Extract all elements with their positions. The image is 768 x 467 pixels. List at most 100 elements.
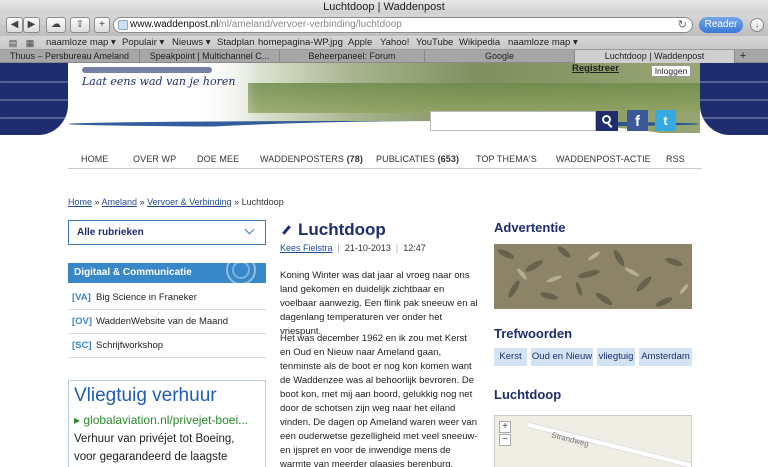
reload-icon[interactable]: ↻	[678, 18, 687, 32]
wave-line	[0, 81, 68, 83]
tab-google[interactable]: Google	[425, 50, 575, 63]
back-button[interactable]: ◀	[6, 17, 23, 33]
advert-image[interactable]	[494, 244, 692, 309]
nav-rss[interactable]: RSS	[666, 154, 685, 164]
item-code: [OV]	[72, 316, 93, 327]
location-map[interactable]: Strandweg + −	[494, 415, 692, 467]
ad-title[interactable]: Vliegtuig verhuur	[74, 385, 217, 407]
ad-url[interactable]: ▸ globalaviation.nl/privejet-boei...	[74, 413, 248, 427]
article-time: 12:47	[403, 243, 426, 253]
keyword-tag[interactable]: vliegtuig	[597, 348, 635, 366]
item-link[interactable]: WaddenWebsite van de Maand	[96, 310, 228, 334]
breadcrumb: Home » Ameland » Vervoer & Verbinding » …	[68, 197, 284, 207]
bookmark-item[interactable]: homepagina-WP.jpg	[258, 36, 343, 50]
decorative-waves-right	[700, 63, 768, 135]
map-road	[527, 421, 691, 467]
login-button[interactable]: Inloggen	[651, 65, 691, 77]
nav-top-themas[interactable]: TOP THEMA'S	[476, 154, 537, 164]
main-navigation: HOME OVER WP DOE MEE WADDENPOSTERS (78) …	[68, 147, 702, 169]
window-title: Luchtdoop | Waddenpost	[0, 0, 768, 14]
keyword-tag[interactable]: Oud en Nieuw	[531, 348, 593, 366]
bookmark-item[interactable]: Populair ▾	[122, 36, 164, 50]
bookmark-item[interactable]: naamloze map ▾	[46, 36, 116, 50]
breadcrumb-current: Luchtdoop	[241, 197, 284, 207]
breadcrumb-ameland[interactable]: Ameland	[102, 197, 138, 207]
downloads-button[interactable]: ↓	[750, 18, 764, 32]
category-title: Digitaal & Communicatie	[74, 267, 192, 278]
category-select[interactable]: Alle rubrieken	[68, 220, 266, 245]
nav-over-wp[interactable]: OVER WP	[133, 154, 176, 164]
wave-line	[0, 117, 68, 119]
address-bar[interactable]: www.waddenpost.nl/nl/ameland/vervoer-ver…	[113, 17, 693, 33]
zoom-out-button[interactable]: −	[499, 434, 511, 446]
keywords-heading: Trefwoorden	[494, 326, 573, 341]
bookmark-item[interactable]: naamloze map ▾	[508, 36, 578, 50]
bookmark-item[interactable]: YouTube	[416, 36, 453, 50]
article-date: 21-10-2013	[344, 243, 391, 253]
article-paragraph: Koning Winter was dat jaar al vroeg naar…	[280, 270, 478, 337]
breadcrumb-vervoer[interactable]: Vervoer & Verbinding	[147, 197, 232, 207]
nav-home[interactable]: HOME	[81, 154, 108, 164]
category-header: Digitaal & Communicatie	[68, 263, 266, 283]
google-ad[interactable]: Vliegtuig verhuur ▸ globalaviation.nl/pr…	[68, 380, 266, 467]
facebook-icon[interactable]: f	[627, 110, 648, 131]
item-code: [SC]	[72, 340, 92, 351]
reader-button[interactable]: Reader	[699, 17, 743, 33]
book-icon[interactable]: ▤	[7, 38, 19, 48]
bookmark-item[interactable]: Wikipedia	[459, 36, 500, 50]
category-list-item[interactable]: [VA] Big Science in Franeker	[68, 286, 266, 310]
nav-doe-mee[interactable]: DOE MEE	[197, 154, 239, 164]
ad-text: voor gegarandeerd de laagste	[74, 451, 228, 463]
advert-image-graphic	[494, 244, 692, 309]
twitter-icon[interactable]: t	[655, 110, 676, 131]
banner-meadow	[248, 83, 700, 113]
web-page: Laat eens wad van je horen Registreer In…	[0, 63, 768, 467]
category-list-item[interactable]: [OV] WaddenWebsite van de Maand	[68, 310, 266, 334]
zoom-in-button[interactable]: +	[499, 421, 511, 433]
article-meta: Kees Fielstra | 21-10-2013 | 12:47	[280, 243, 426, 253]
bookmarks-bar: ▤ ▦ naamloze map ▾ Populair ▾ Nieuws ▾ S…	[0, 36, 768, 50]
site-search-input[interactable]	[430, 111, 596, 131]
tab-beheerpaneel[interactable]: Beheerpaneel: Forum	[280, 50, 425, 63]
chevron-down-icon	[244, 224, 255, 235]
breadcrumb-home[interactable]: Home	[68, 197, 92, 207]
keyword-tag[interactable]: Kerst	[494, 348, 527, 366]
nav-waddenpost-actie[interactable]: WADDENPOST-ACTIE	[556, 154, 651, 164]
site-tagline: Laat eens wad van je horen	[82, 75, 236, 88]
nav-waddenposters[interactable]: WADDENPOSTERS (78)	[260, 154, 363, 164]
bookmark-item[interactable]: Apple	[348, 36, 372, 50]
share-button[interactable]: ⇪	[70, 17, 90, 33]
category-list-item[interactable]: [SC] Schrijfworkshop	[68, 334, 266, 358]
author-link[interactable]: Kees Fielstra	[280, 243, 333, 253]
bookmark-item[interactable]: Stadplan	[217, 36, 255, 50]
tab-bar: Thuus – Persbureau Ameland Speakpoint | …	[0, 50, 768, 63]
bookmark-item[interactable]: Yahoo!	[380, 36, 409, 50]
item-link[interactable]: Schrijfworkshop	[96, 334, 163, 358]
icloud-tabs-button[interactable]: ☁	[46, 17, 66, 33]
decorative-waves-left	[0, 63, 68, 135]
wave-line	[700, 117, 768, 119]
search-icon	[602, 115, 611, 124]
forward-button[interactable]: ▶	[23, 17, 40, 33]
grid-icon[interactable]: ▦	[24, 38, 36, 48]
tab-luchtdoop[interactable]: Luchtdoop | Waddenpost	[575, 50, 735, 63]
search-button[interactable]	[596, 111, 618, 131]
keyword-tag[interactable]: Amsterdam	[639, 348, 692, 366]
item-link[interactable]: Big Science in Franeker	[96, 286, 197, 310]
wave-line	[700, 99, 768, 101]
site-logo[interactable]	[82, 67, 212, 73]
new-tab-button[interactable]: +	[94, 17, 110, 33]
nav-publicaties[interactable]: PUBLICATIES (653)	[376, 154, 459, 164]
url-domain: www.waddenpost.nl	[130, 19, 219, 30]
wave-line	[700, 81, 768, 83]
register-link[interactable]: Registreer	[572, 63, 619, 74]
article-paragraph: Het was december 1962 en ik zou met Kers…	[280, 333, 478, 467]
bookmark-item[interactable]: Nieuws ▾	[172, 36, 211, 50]
category-select-value: Alle rubrieken	[77, 227, 144, 238]
advert-heading: Advertentie	[494, 220, 566, 235]
tab-thuus[interactable]: Thuus – Persbureau Ameland	[0, 50, 140, 63]
article-title: Luchtdoop	[298, 220, 386, 239]
add-tab-button[interactable]: +	[735, 50, 751, 63]
tab-speakpoint[interactable]: Speakpoint | Multichannel C...	[140, 50, 280, 63]
browser-toolbar: ◀ ▶ ☁ ⇪ + www.waddenpost.nl/nl/ameland/v…	[0, 14, 768, 36]
